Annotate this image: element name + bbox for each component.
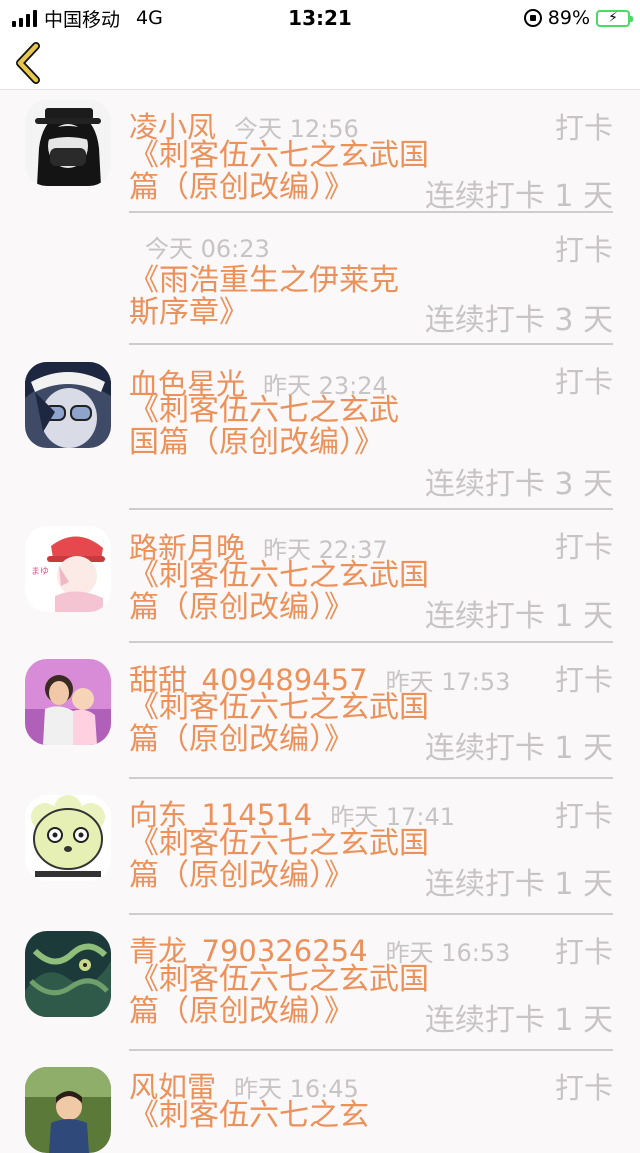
chevron-left-icon bbox=[16, 42, 40, 84]
battery-icon: ⚡ bbox=[596, 9, 633, 27]
streak-text: 连续打卡 1 天 bbox=[424, 1003, 613, 1038]
list-item[interactable]: 血色星光 昨天 23:24 打卡 《刺客伍六七之玄武国篇（原创改编）》 连续打卡… bbox=[0, 345, 640, 510]
checkin-list: 凌小凤 今天 12:56 打卡 《刺客伍六七之玄武国篇（原创改编）》 连续打卡 … bbox=[0, 91, 640, 1153]
streak-text: 连续打卡 1 天 bbox=[424, 867, 613, 902]
entry-content: 青龙_790326254 昨天 16:53 打卡 《刺客伍六七之玄武国篇（原创改… bbox=[129, 915, 613, 1051]
status-bar: 中国移动 4G 13:21 89% ⚡ bbox=[0, 0, 640, 36]
book-title-link[interactable]: 《刺客伍六七之玄武国篇（原创改编）》 bbox=[129, 140, 429, 204]
streak-text: 连续打卡 3 天 bbox=[424, 303, 613, 338]
checkin-label: 打卡 bbox=[554, 233, 613, 267]
checkin-label: 打卡 bbox=[554, 799, 613, 833]
book-title-link[interactable]: 《刺客伍六七之玄武国篇（原创改编）》 bbox=[129, 560, 429, 624]
name-line: 青龙_790326254 昨天 16:53 bbox=[129, 928, 510, 968]
avatar-cartoon-sheep[interactable] bbox=[25, 795, 111, 881]
battery-percent: 89% bbox=[547, 7, 590, 29]
name-line: 向东_114514 昨天 17:41 bbox=[129, 792, 455, 832]
name-line: 甜甜_409489457 昨天 17:53 bbox=[129, 657, 510, 697]
checkin-label: 打卡 bbox=[554, 530, 613, 564]
nav-bar bbox=[0, 36, 640, 90]
book-title-link[interactable]: 《刺客伍六七之玄武国篇（原创改编）》 bbox=[129, 828, 429, 892]
orientation-lock-icon bbox=[523, 9, 542, 27]
book-title-link[interactable]: 《刺客伍六七之玄武国篇（原创改编）》 bbox=[129, 692, 429, 756]
streak-text: 连续打卡 1 天 bbox=[424, 599, 613, 634]
entry-content: 血色星光 昨天 23:24 打卡 《刺客伍六七之玄武国篇（原创改编）》 连续打卡… bbox=[129, 345, 613, 510]
svg-text:まゆ: まゆ bbox=[31, 566, 49, 577]
checkin-label: 打卡 bbox=[554, 663, 613, 697]
list-item[interactable]: 甜甜_409489457 昨天 17:53 打卡 《刺客伍六七之玄武国篇（原创改… bbox=[0, 643, 640, 779]
book-title-link[interactable]: 《刺客伍六七之玄 bbox=[129, 1100, 429, 1132]
entry-content: 路新月晚 昨天 22:37 打卡 《刺客伍六七之玄武国篇（原创改编）》 连续打卡… bbox=[129, 510, 613, 643]
list-item[interactable]: 向东_114514 昨天 17:41 打卡 《刺客伍六七之玄武国篇（原创改编）》… bbox=[0, 779, 640, 915]
checkin-time: 今天 06:23 bbox=[145, 235, 270, 263]
entry-content: 凌小凤 今天 12:56 打卡 《刺客伍六七之玄武国篇（原创改编）》 连续打卡 … bbox=[129, 91, 613, 214]
name-line: 凌小凤 今天 12:56 bbox=[129, 104, 359, 144]
avatar-red-cap[interactable]: まゆ bbox=[25, 526, 111, 612]
name-line: 今天 06:23 bbox=[145, 229, 270, 265]
list-item[interactable]: 风如雷 昨天 16:45 打卡 《刺客伍六七之玄 bbox=[0, 1051, 640, 1153]
entry-content: 向东_114514 昨天 17:41 打卡 《刺客伍六七之玄武国篇（原创改编）》… bbox=[129, 779, 613, 915]
streak-text: 连续打卡 1 天 bbox=[424, 731, 613, 766]
entry-content: 风如雷 昨天 16:45 打卡 《刺客伍六七之玄 bbox=[129, 1051, 613, 1147]
checkin-label: 打卡 bbox=[554, 935, 613, 969]
name-line: 路新月晚 昨天 22:37 bbox=[129, 525, 388, 565]
book-title-link[interactable]: 《雨浩重生之伊莱克斯序章》 bbox=[129, 265, 399, 329]
list-item[interactable]: まゆ 路新月晚 昨天 22:37 打卡 《刺客伍六七之玄武国篇（原创改编）》 连… bbox=[0, 510, 640, 643]
name-line: 血色星光 昨天 23:24 bbox=[129, 361, 388, 401]
book-title-link[interactable]: 《刺客伍六七之玄武国篇（原创改编）》 bbox=[129, 395, 399, 459]
avatar-girls-photo[interactable] bbox=[25, 659, 111, 745]
entry-content: 今天 06:23 打卡 《雨浩重生之伊莱克斯序章》 连续打卡 3 天 bbox=[129, 213, 613, 345]
avatar-child-photo[interactable] bbox=[25, 1067, 111, 1153]
status-right: 89% ⚡ bbox=[523, 6, 633, 30]
checkin-label: 打卡 bbox=[554, 1071, 613, 1105]
checkin-label: 打卡 bbox=[554, 365, 613, 399]
list-item[interactable]: 凌小凤 今天 12:56 打卡 《刺客伍六七之玄武国篇（原创改编）》 连续打卡 … bbox=[0, 91, 640, 214]
list-item[interactable]: 今天 06:23 打卡 《雨浩重生之伊莱克斯序章》 连续打卡 3 天 bbox=[0, 213, 640, 345]
checkin-label: 打卡 bbox=[554, 111, 613, 145]
book-title-link[interactable]: 《刺客伍六七之玄武国篇（原创改编）》 bbox=[129, 964, 429, 1028]
avatar-anime-boy[interactable] bbox=[25, 362, 111, 448]
entry-content: 甜甜_409489457 昨天 17:53 打卡 《刺客伍六七之玄武国篇（原创改… bbox=[129, 643, 613, 779]
name-line: 风如雷 昨天 16:45 bbox=[129, 1064, 359, 1104]
list-item[interactable]: 青龙_790326254 昨天 16:53 打卡 《刺客伍六七之玄武国篇（原创改… bbox=[0, 915, 640, 1051]
streak-text: 连续打卡 3 天 bbox=[424, 467, 613, 502]
avatar-hat-mask[interactable] bbox=[25, 100, 111, 186]
streak-text: 连续打卡 1 天 bbox=[424, 179, 613, 214]
back-button[interactable] bbox=[12, 40, 52, 86]
avatar-dragon[interactable] bbox=[25, 931, 111, 1017]
